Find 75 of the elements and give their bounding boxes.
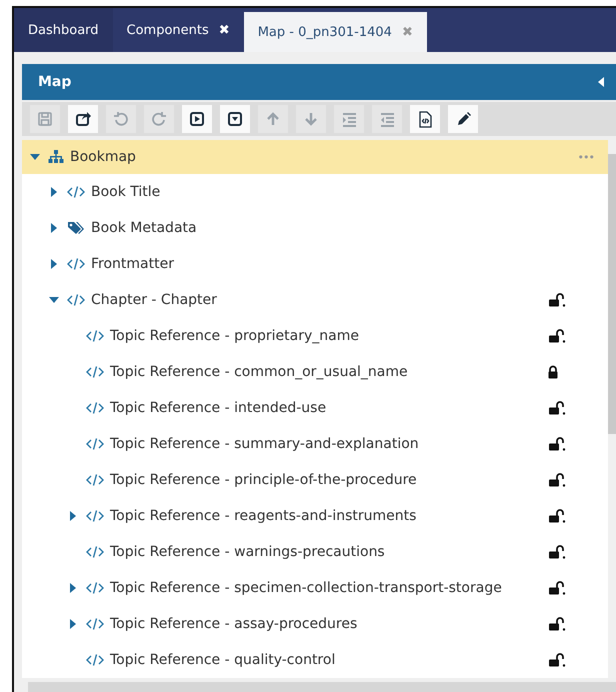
tree-item[interactable]: Topic Reference - reagents-and-instruments <box>22 498 608 534</box>
tree-item[interactable]: Topic Reference - warnings-precautions <box>22 534 608 570</box>
caret-box-button[interactable] <box>220 105 250 133</box>
tree-item-label: Topic Reference - quality-control <box>110 652 336 668</box>
code-tag-icon <box>86 401 104 415</box>
code-file-button[interactable] <box>410 105 440 133</box>
tree-item-label: Topic Reference - assay-procedures <box>110 616 358 632</box>
code-tag-icon <box>86 473 104 487</box>
tree-item[interactable]: Topic Reference - intended-use <box>22 390 608 426</box>
save-icon <box>36 110 54 128</box>
horizontal-scrollbar[interactable] <box>28 682 616 692</box>
code-tag-icon <box>86 653 104 667</box>
caret-box-icon <box>226 110 244 128</box>
tree-item-label: Chapter - Chapter <box>91 292 218 308</box>
code-tag-icon <box>86 365 104 379</box>
code-tag-icon <box>67 257 85 271</box>
tree-item-label: Topic Reference - summary-and-explanation <box>110 436 420 452</box>
code-tag-icon <box>86 509 104 523</box>
tree-item[interactable]: Topic Reference - common_or_usual_name <box>22 354 608 390</box>
caret-right-icon[interactable] <box>49 187 59 197</box>
tree-item-label: Book Metadata <box>91 220 198 236</box>
tree-item-label: Topic Reference - intended-use <box>110 400 328 416</box>
pencil-button[interactable] <box>448 105 478 133</box>
caret-down-icon[interactable] <box>30 152 40 162</box>
tree-item[interactable]: Book Metadata <box>22 210 608 246</box>
caret-right-icon[interactable] <box>49 259 59 269</box>
caret-right-icon[interactable] <box>68 511 78 521</box>
tree-item[interactable]: Frontmatter <box>22 246 608 282</box>
caret-down-icon[interactable] <box>49 295 59 305</box>
code-tag-icon <box>67 293 85 307</box>
code-tag-icon <box>86 545 104 559</box>
code-tag-icon <box>86 329 104 343</box>
code-tag-icon <box>86 617 104 631</box>
tree-item-label: Frontmatter <box>91 256 175 272</box>
tree-item[interactable]: Topic Reference - quality-control <box>22 642 608 678</box>
share-button[interactable] <box>68 105 98 133</box>
down-arrow-icon <box>302 110 320 128</box>
tab[interactable]: Components ✖ <box>112 8 244 52</box>
tree-item-label: Topic Reference - principle-of-the-procedure <box>110 472 418 488</box>
caret-right-icon[interactable] <box>68 583 78 593</box>
play-box-icon <box>188 110 206 128</box>
code-tag-icon <box>67 185 85 199</box>
tree-item-label: Topic Reference - specimen-collection-transport-storage <box>110 580 503 596</box>
tree-item-label: Book Title <box>91 184 162 200</box>
tree-item[interactable]: Book Title <box>22 174 608 210</box>
code-tag-icon <box>86 581 104 595</box>
play-box-button[interactable] <box>182 105 212 133</box>
tree-item[interactable]: Topic Reference - specimen-collection-transport-storage <box>22 570 608 606</box>
tree-item[interactable]: Bookmap ••• <box>22 140 608 174</box>
indent-icon <box>340 110 358 128</box>
close-icon[interactable]: ✖ <box>218 22 230 38</box>
tree-item[interactable]: Topic Reference - principle-of-the-procedure <box>22 462 608 498</box>
share-icon <box>74 110 92 128</box>
collapse-icon[interactable] <box>598 77 604 87</box>
tree-item[interactable]: Chapter - Chapter <box>22 282 608 318</box>
caret-right-icon[interactable] <box>49 223 59 233</box>
tab[interactable]: Dashboard <box>14 8 113 52</box>
tree-item[interactable]: Topic Reference - assay-procedures <box>22 606 608 642</box>
sitemap-icon <box>48 150 64 164</box>
tags-icon <box>67 221 85 235</box>
panel-title: Map <box>38 74 72 90</box>
tree-item-label: Topic Reference - warnings-precautions <box>110 544 386 560</box>
caret-right-icon[interactable] <box>68 619 78 629</box>
outdent-icon <box>378 110 396 128</box>
tree-item-label: Topic Reference - common_or_usual_name <box>110 364 409 380</box>
code-tag-icon <box>86 437 104 451</box>
tree-item-label: Bookmap <box>70 149 137 165</box>
tree-item[interactable]: Topic Reference - proprietary_name <box>22 318 608 354</box>
undo-icon <box>112 110 130 128</box>
redo-icon <box>150 110 168 128</box>
tree-item-label: Topic Reference - proprietary_name <box>110 328 360 344</box>
tree-item[interactable]: Topic Reference - summary-and-explanation <box>22 426 608 462</box>
scrollbar-thumb[interactable] <box>608 154 616 434</box>
tab[interactable]: Map - 0_pn301-1404 ✖ <box>244 12 427 52</box>
tree-item-label: Topic Reference - reagents-and-instruments <box>110 508 418 524</box>
